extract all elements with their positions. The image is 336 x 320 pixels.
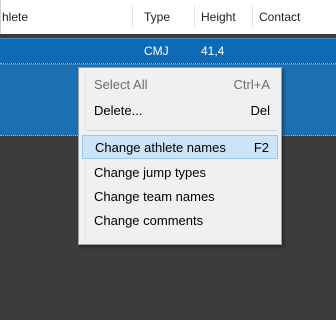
row-focus-border	[0, 63, 336, 64]
menu-item-delete[interactable]: Delete... Del	[82, 99, 278, 123]
column-separator[interactable]	[194, 6, 195, 28]
menu-item-label: Change jump types	[94, 165, 207, 180]
menu-item-label: Select All	[94, 77, 148, 92]
menu-item-change-athlete-names[interactable]: Change athlete names F2	[82, 135, 278, 159]
menu-item-change-team-names[interactable]: Change team names	[82, 185, 278, 209]
menu-separator	[87, 130, 277, 131]
menu-item-label: Change athlete names	[95, 140, 226, 155]
menu-item-change-jump-types[interactable]: Change jump types	[82, 161, 278, 185]
column-separator[interactable]	[132, 6, 133, 28]
grid-header: hlete Type Height Contact	[0, 0, 336, 34]
column-header-height[interactable]: Height	[201, 0, 236, 34]
menu-item-select-all[interactable]: Select All Ctrl+A	[82, 73, 278, 97]
menu-item-change-comments[interactable]: Change comments	[82, 209, 278, 233]
header-left-border	[0, 0, 1, 34]
cell-type[interactable]: CMJ	[144, 39, 169, 63]
column-header-type[interactable]: Type	[144, 0, 170, 34]
column-header-contact[interactable]: Contact	[259, 0, 300, 34]
menu-item-shortcut: F2	[253, 140, 269, 155]
menu-item-label: Change team names	[94, 189, 215, 204]
column-separator[interactable]	[252, 6, 253, 28]
menu-item-label: Change comments	[94, 213, 204, 228]
menu-item-shortcut: Del	[250, 103, 270, 118]
table-row-selected[interactable]: CMJ 41,4	[0, 38, 336, 63]
context-menu: Select All Ctrl+A Delete... Del Change a…	[78, 67, 282, 245]
menu-item-shortcut: Ctrl+A	[233, 77, 270, 92]
column-header-athlete[interactable]: hlete	[2, 0, 28, 34]
cell-height[interactable]: 41,4	[201, 39, 224, 63]
menu-item-label: Delete...	[94, 103, 143, 118]
